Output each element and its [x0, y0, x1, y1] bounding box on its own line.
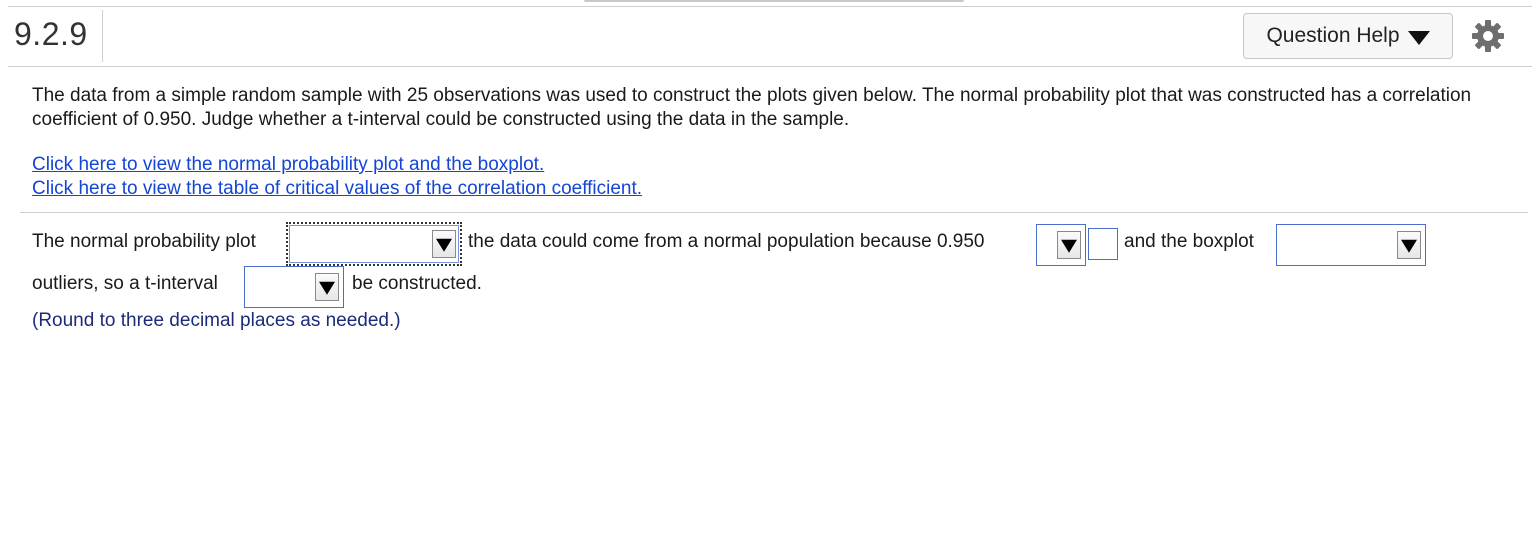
normal-plot-dropdown[interactable]	[286, 222, 462, 266]
dropdown-arrow-icon	[432, 230, 456, 258]
section-divider	[20, 212, 1528, 213]
header-divider	[8, 66, 1532, 67]
question-number-divider	[102, 10, 103, 62]
answer-text-1: The normal probability plot	[32, 231, 256, 252]
question-prompt-area: The data from a simple random sample wit…	[32, 84, 1512, 132]
view-plots-link[interactable]: Click here to view the normal probabilit…	[32, 153, 642, 177]
gear-icon[interactable]	[1471, 19, 1505, 53]
top-tab-handle	[584, 0, 964, 2]
answer-text-5: be constructed.	[352, 273, 482, 294]
top-divider	[8, 6, 1532, 7]
resource-links: Click here to view the normal probabilit…	[32, 153, 642, 201]
question-help-label: Question Help	[1266, 24, 1400, 47]
view-critical-values-link[interactable]: Click here to view the table of critical…	[32, 177, 642, 201]
comparison-dropdown[interactable]	[1036, 224, 1086, 266]
dropdown-arrow-icon	[1407, 31, 1430, 45]
critical-value-input[interactable]	[1088, 228, 1118, 260]
answer-text-3: and the boxplot	[1124, 231, 1254, 252]
t-interval-dropdown[interactable]	[244, 266, 344, 308]
dropdown-arrow-icon	[1397, 231, 1421, 259]
dropdown-arrow-icon	[315, 273, 339, 301]
dropdown-arrow-icon	[1057, 231, 1081, 259]
answer-text-4: outliers, so a t-interval	[32, 273, 218, 294]
boxplot-dropdown[interactable]	[1276, 224, 1426, 266]
answer-text-2: the data could come from a normal popula…	[468, 231, 985, 252]
question-help-button[interactable]: Question Help	[1243, 13, 1453, 59]
question-prompt: The data from a simple random sample wit…	[32, 85, 1472, 130]
rounding-note: (Round to three decimal places as needed…	[32, 310, 401, 331]
question-number: 9.2.9	[14, 16, 88, 52]
